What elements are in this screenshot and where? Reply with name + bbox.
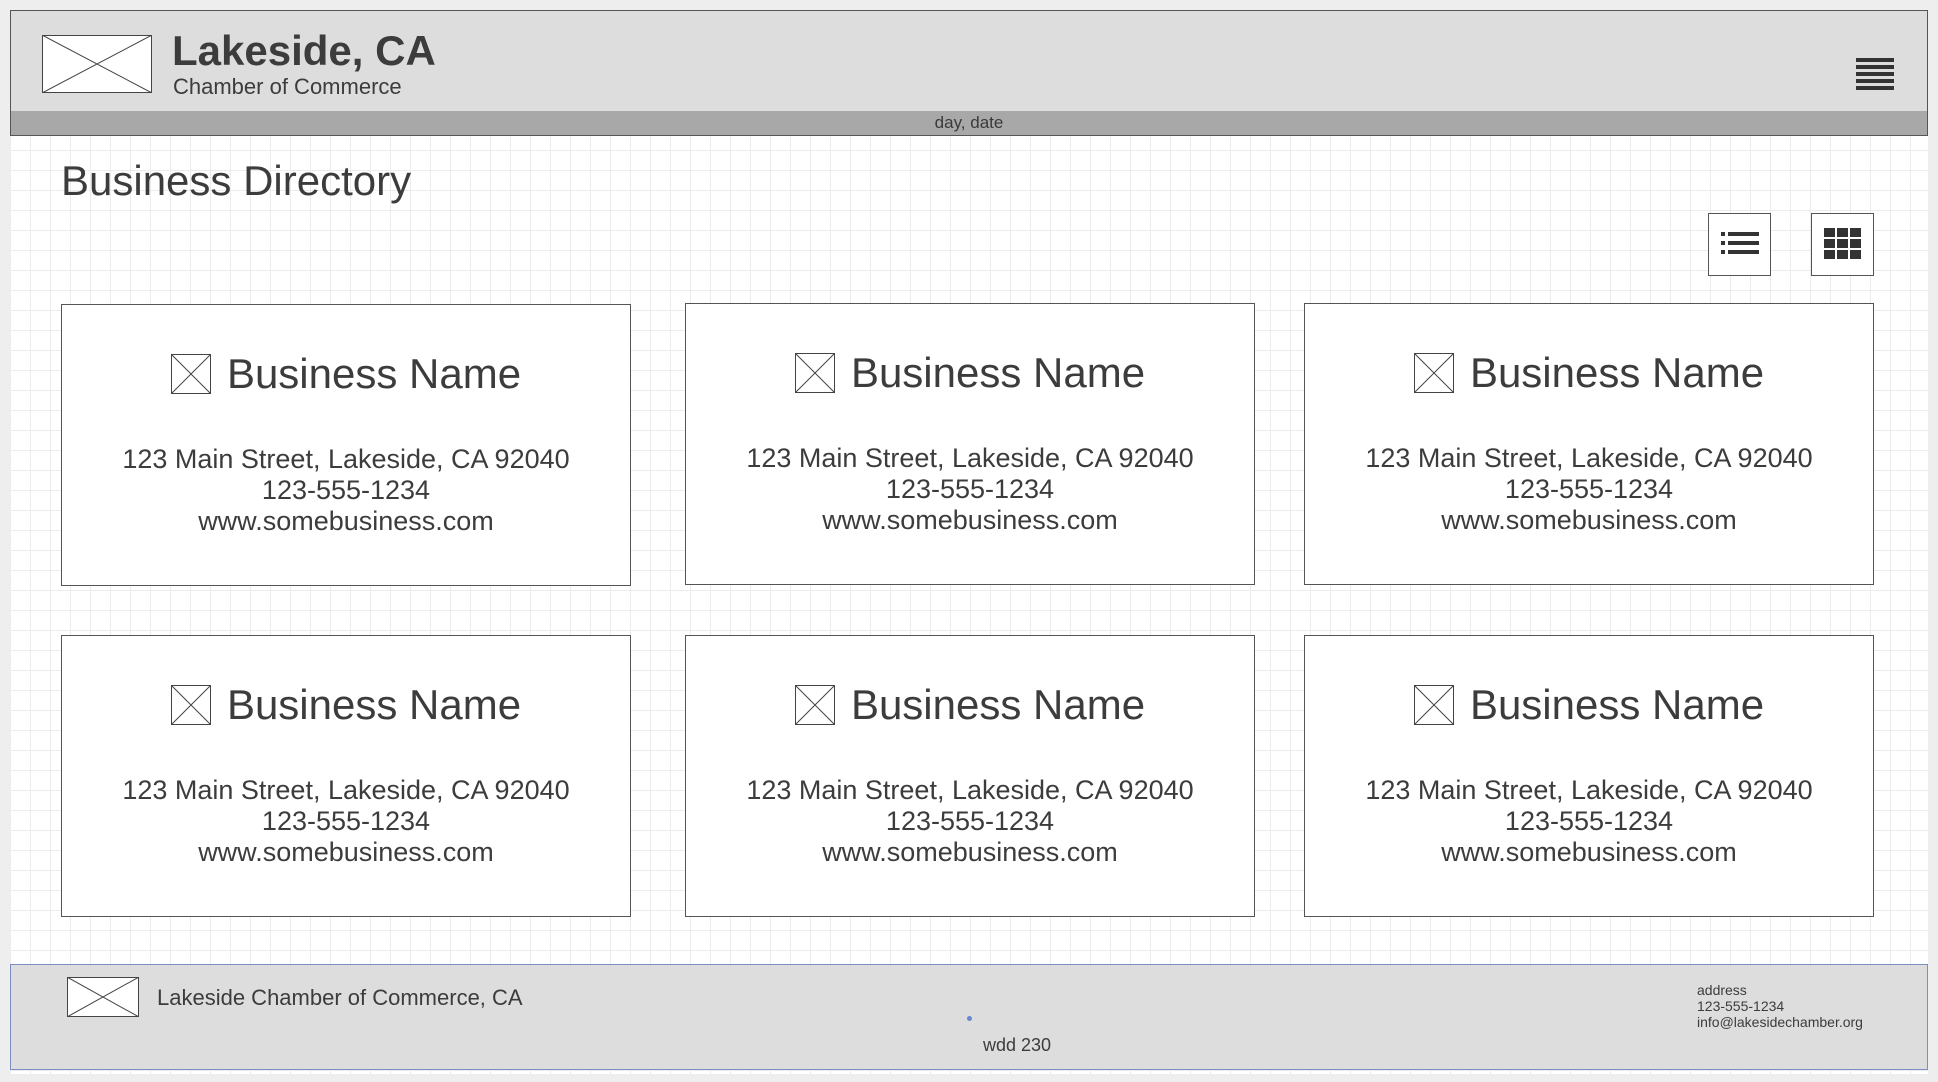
footer-organization-name: Lakeside Chamber of Commerce, CA <box>157 985 523 1010</box>
business-name: Business Name <box>850 349 1146 396</box>
business-logo-placeholder-icon <box>170 685 211 725</box>
business-website-link[interactable]: www.somebusiness.com <box>62 837 630 868</box>
business-card[interactable]: Business Name 123 Main Street, Lakeside,… <box>685 303 1255 585</box>
business-address: 123 Main Street, Lakeside, CA 92040 <box>746 443 1194 473</box>
business-logo-placeholder-icon <box>1413 353 1454 393</box>
business-phone: 123-555-1234 <box>261 475 431 505</box>
site-footer: Lakeside Chamber of Commerce, CA wdd 230… <box>10 964 1928 1070</box>
business-phone: 123-555-1234 <box>261 806 431 836</box>
list-view-icon <box>1721 232 1759 254</box>
logo-image-placeholder-icon[interactable] <box>42 35 152 93</box>
business-address: 123 Main Street, Lakeside, CA 92040 <box>122 444 570 474</box>
footer-logo-placeholder-icon[interactable] <box>67 977 139 1017</box>
business-name: Business Name <box>1469 681 1765 728</box>
business-website-link[interactable]: www.somebusiness.com <box>686 505 1254 536</box>
list-view-button[interactable] <box>1708 213 1771 276</box>
business-address: 123 Main Street, Lakeside, CA 92040 <box>122 775 570 805</box>
page: Lakeside, CA Chamber of Commerce day, da… <box>10 10 1928 1074</box>
business-address: 123 Main Street, Lakeside, CA 92040 <box>1365 775 1813 805</box>
business-card[interactable]: Business Name 123 Main Street, Lakeside,… <box>61 304 631 586</box>
footer-phone: 123-555-1234 <box>1697 998 1785 1014</box>
business-website-link[interactable]: www.somebusiness.com <box>62 506 630 537</box>
business-name: Business Name <box>226 681 522 728</box>
site-header: Lakeside, CA Chamber of Commerce <box>10 10 1928 113</box>
business-logo-placeholder-icon <box>794 353 835 393</box>
business-phone: 123-555-1234 <box>885 806 1055 836</box>
footer-dot <box>967 1016 972 1021</box>
site-subtitle: Chamber of Commerce <box>173 74 402 99</box>
footer-course-tag: wdd 230 <box>983 1035 1052 1055</box>
business-logo-placeholder-icon <box>794 685 835 725</box>
business-phone: 123-555-1234 <box>885 474 1055 504</box>
business-address: 123 Main Street, Lakeside, CA 92040 <box>746 775 1194 805</box>
footer-address: address <box>1697 982 1747 998</box>
business-logo-placeholder-icon <box>1413 685 1454 725</box>
footer-email-link[interactable]: info@lakesidechamber.org <box>1697 1014 1863 1030</box>
business-card[interactable]: Business Name 123 Main Street, Lakeside,… <box>1304 303 1874 585</box>
business-card[interactable]: Business Name 123 Main Street, Lakeside,… <box>1304 635 1874 917</box>
business-phone: 123-555-1234 <box>1504 474 1674 504</box>
grid-view-button[interactable] <box>1811 213 1874 276</box>
date-bar: day, date <box>10 111 1928 136</box>
business-name: Business Name <box>850 681 1146 728</box>
business-website-link[interactable]: www.somebusiness.com <box>686 837 1254 868</box>
business-website-link[interactable]: www.somebusiness.com <box>1305 837 1873 868</box>
page-title: Business Directory <box>61 157 412 204</box>
hamburger-menu-icon[interactable] <box>1856 58 1894 92</box>
site-title: Lakeside, CA <box>172 27 436 74</box>
business-address: 123 Main Street, Lakeside, CA 92040 <box>1365 443 1813 473</box>
business-phone: 123-555-1234 <box>1504 806 1674 836</box>
business-name: Business Name <box>1469 349 1765 396</box>
footer-contact: address 123-555-1234 info@lakesidechambe… <box>1697 982 1863 1030</box>
business-card[interactable]: Business Name 123 Main Street, Lakeside,… <box>61 635 631 917</box>
business-card[interactable]: Business Name 123 Main Street, Lakeside,… <box>685 635 1255 917</box>
business-website-link[interactable]: www.somebusiness.com <box>1305 505 1873 536</box>
business-name: Business Name <box>226 350 522 397</box>
business-logo-placeholder-icon <box>170 354 211 394</box>
grid-view-icon <box>1824 228 1861 259</box>
